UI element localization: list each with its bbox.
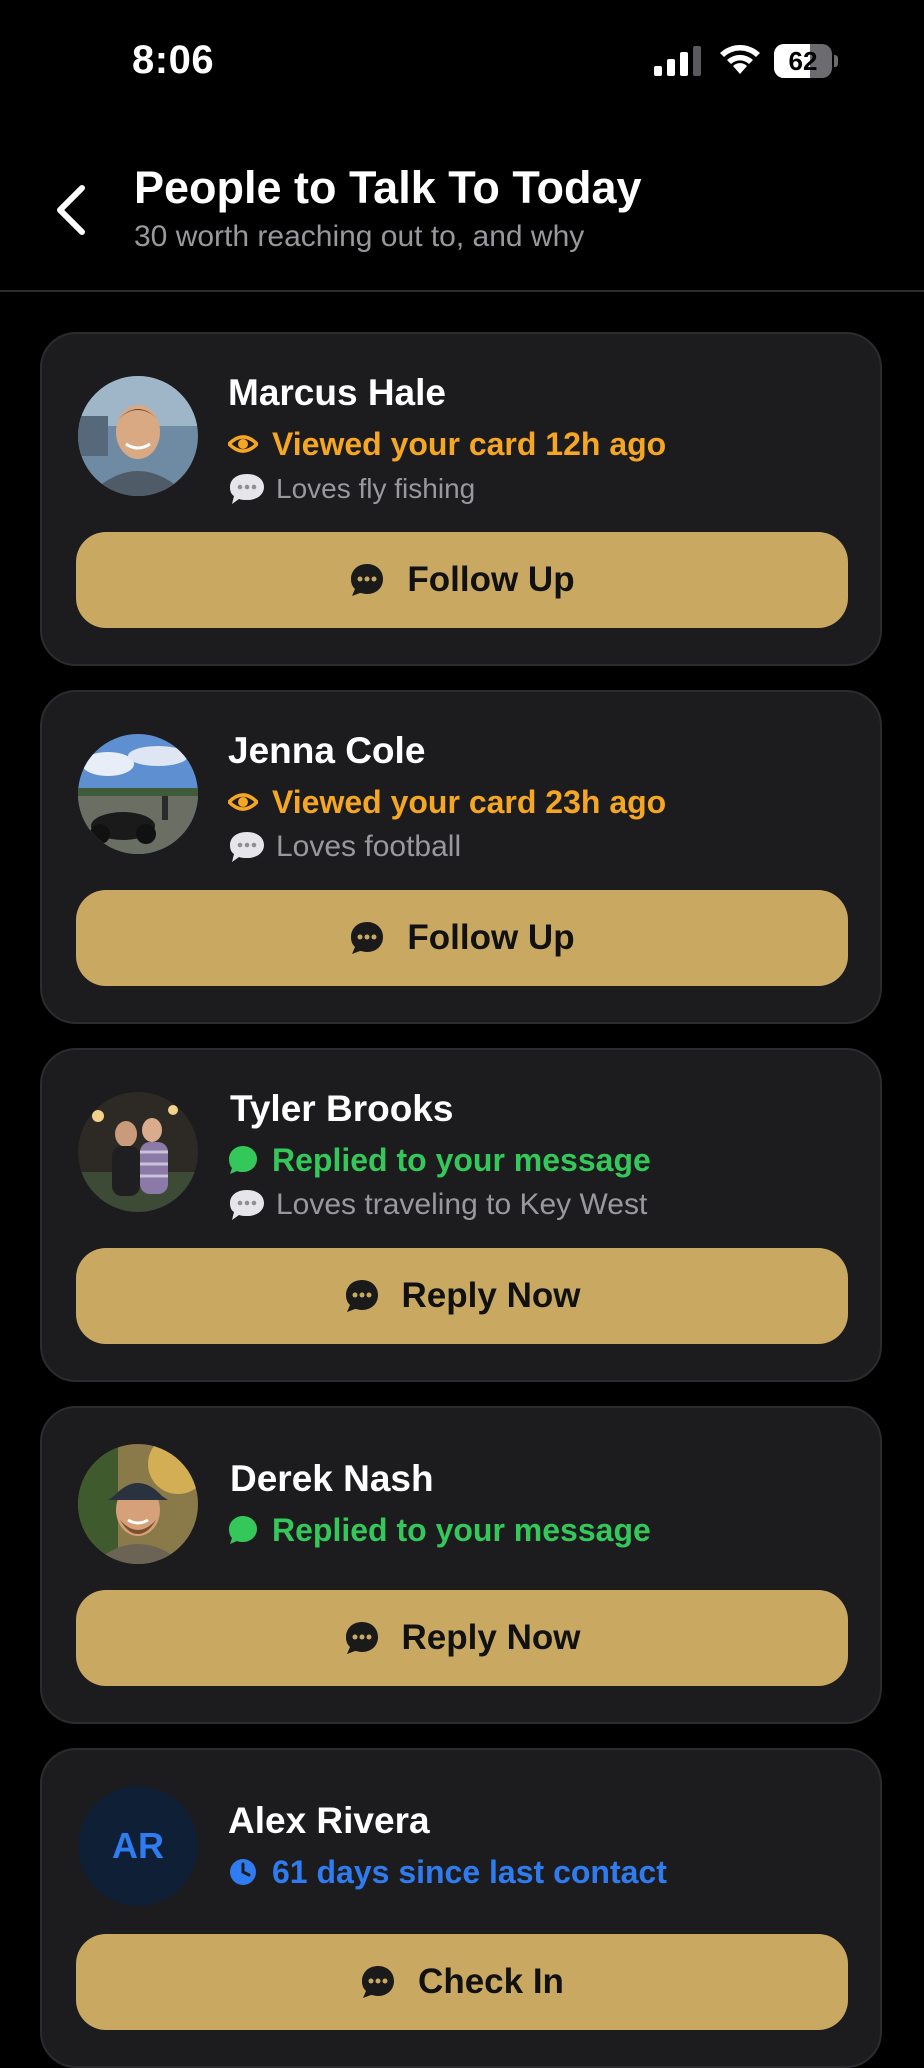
clock-icon bbox=[228, 1857, 258, 1887]
follow-up-button[interactable]: Follow Up bbox=[76, 890, 848, 986]
back-chevron-icon[interactable] bbox=[50, 182, 94, 238]
battery-percent: 62 bbox=[788, 46, 818, 76]
person-card: Jenna Cole Viewed your card 23h ago Love… bbox=[40, 690, 882, 1024]
status-text: Viewed your card 12h ago bbox=[272, 425, 667, 462]
page-header: People to Talk To Today 30 worth reachin… bbox=[0, 110, 924, 292]
avatar[interactable]: AR bbox=[78, 1786, 198, 1906]
avatar[interactable] bbox=[78, 1444, 198, 1564]
reply-now-button[interactable]: Reply Now bbox=[76, 1248, 848, 1344]
page-subtitle: 30 worth reaching out to, and why bbox=[134, 220, 585, 253]
engagement-status: Replied to your message bbox=[228, 1140, 651, 1180]
battery-indicator: 62 bbox=[774, 44, 840, 78]
person-name[interactable]: Alex Rivera bbox=[228, 1800, 430, 1842]
action-label: Follow Up bbox=[407, 918, 575, 957]
page-title: People to Talk To Today bbox=[134, 162, 642, 213]
avatar[interactable] bbox=[78, 734, 198, 854]
person-card: Marcus Hale Viewed your card 12h ago Lov… bbox=[40, 332, 882, 666]
engagement-status: 61 days since last contact bbox=[228, 1852, 667, 1892]
speech-bubble-icon bbox=[228, 472, 266, 506]
chat-bubble-icon bbox=[351, 922, 384, 954]
action-label: Follow Up bbox=[407, 560, 575, 599]
chat-bubble-icon bbox=[345, 1280, 378, 1312]
person-card: Derek Nash Replied to your message Reply… bbox=[40, 1406, 882, 1724]
person-note: Loves football bbox=[228, 828, 461, 866]
engagement-status: Replied to your message bbox=[228, 1510, 651, 1550]
check-in-button[interactable]: Check In bbox=[76, 1934, 848, 2030]
status-text: Replied to your message bbox=[272, 1511, 651, 1548]
action-label: Check In bbox=[418, 1962, 564, 2001]
action-label: Reply Now bbox=[401, 1276, 581, 1315]
note-text: Loves fly fishing bbox=[276, 473, 476, 504]
eye-icon bbox=[228, 787, 258, 817]
status-text: 61 days since last contact bbox=[272, 1853, 667, 1890]
status-text: Replied to your message bbox=[272, 1141, 651, 1178]
chat-bubble-icon bbox=[362, 1966, 395, 1998]
person-name[interactable]: Tyler Brooks bbox=[230, 1088, 453, 1130]
engagement-status: Viewed your card 23h ago bbox=[228, 782, 666, 822]
person-name[interactable]: Jenna Cole bbox=[228, 730, 425, 772]
speech-bubble-icon bbox=[228, 1188, 266, 1222]
status-time: 8:06 bbox=[132, 38, 215, 82]
avatar-initials: AR bbox=[78, 1786, 198, 1906]
person-note: Loves traveling to Key West bbox=[228, 1186, 647, 1224]
chat-bubble-icon bbox=[345, 1622, 378, 1654]
speech-bubble-icon bbox=[228, 830, 266, 864]
person-name[interactable]: Marcus Hale bbox=[228, 372, 446, 414]
chat-bubble-icon bbox=[351, 564, 384, 596]
engagement-status: Viewed your card 12h ago bbox=[228, 424, 666, 464]
cellular-signal-icon bbox=[654, 46, 701, 76]
wifi-icon bbox=[720, 45, 760, 74]
avatar[interactable] bbox=[78, 1092, 198, 1212]
note-text: Loves football bbox=[276, 830, 462, 863]
header-divider bbox=[0, 290, 924, 292]
person-card: AR Alex Rivera 61 days since last contac… bbox=[40, 1748, 882, 2068]
message-bubble-icon bbox=[228, 1145, 258, 1175]
person-name[interactable]: Derek Nash bbox=[230, 1458, 434, 1500]
status-text: Viewed your card 23h ago bbox=[272, 783, 667, 820]
reply-now-button[interactable]: Reply Now bbox=[76, 1590, 848, 1686]
follow-up-button[interactable]: Follow Up bbox=[76, 532, 848, 628]
avatar[interactable] bbox=[78, 376, 198, 496]
message-bubble-icon bbox=[228, 1515, 258, 1545]
action-label: Reply Now bbox=[401, 1618, 581, 1657]
eye-icon bbox=[228, 429, 258, 459]
note-text: Loves traveling to Key West bbox=[276, 1188, 648, 1221]
person-note: Loves fly fishing bbox=[228, 470, 475, 508]
person-card: Tyler Brooks Replied to your message Lov… bbox=[40, 1048, 882, 1382]
status-bar: 8:06 62 bbox=[0, 0, 924, 110]
